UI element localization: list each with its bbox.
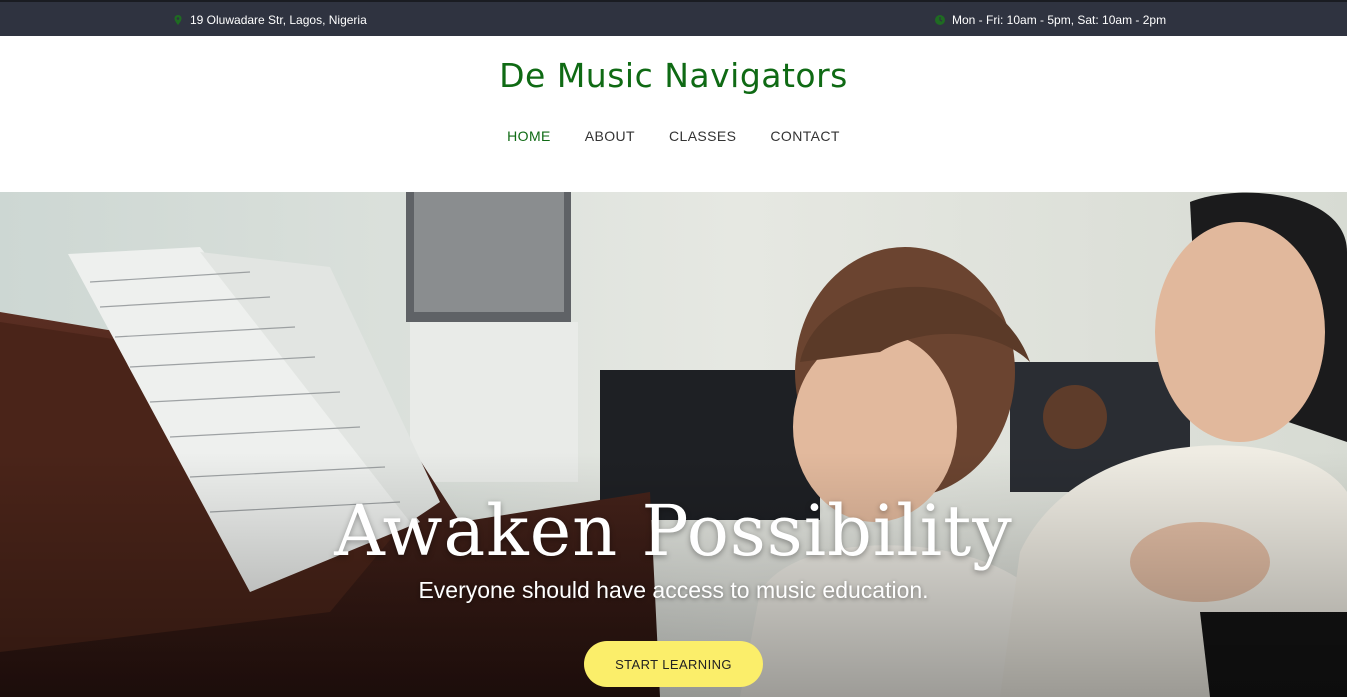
hero-section: Awaken Possibility Everyone should have …: [0, 192, 1347, 697]
hero-subtitle: Everyone should have access to music edu…: [418, 577, 929, 603]
hours-info: Mon - Fri: 10am - 5pm, Sat: 10am - 2pm: [934, 13, 1166, 27]
nav-item-about[interactable]: ABOUT: [568, 128, 652, 144]
nav-item-home[interactable]: HOME: [490, 128, 568, 144]
nav-item-classes[interactable]: CLASSES: [652, 128, 753, 144]
hours-text: Mon - Fri: 10am - 5pm, Sat: 10am - 2pm: [952, 13, 1167, 27]
main-nav: HOME ABOUT CLASSES CONTACT: [0, 128, 1347, 144]
map-pin-icon: [174, 15, 182, 25]
site-header: De Music Navigators HOME ABOUT CLASSES C…: [0, 36, 1347, 192]
hero-background-photo: [0, 192, 1347, 697]
address-text: 19 Oluwadare Str, Lagos, Nigeria: [190, 13, 367, 27]
start-learning-button[interactable]: START LEARNING: [584, 641, 763, 687]
site-logo-text[interactable]: De Music Navigators: [0, 56, 1347, 95]
nav-item-contact[interactable]: CONTACT: [753, 128, 856, 144]
hero-title: Awaken Possibility: [334, 490, 1013, 572]
top-info-bar: 19 Oluwadare Str, Lagos, Nigeria Mon - F…: [0, 0, 1347, 36]
address-info: 19 Oluwadare Str, Lagos, Nigeria: [172, 13, 367, 27]
clock-icon: [935, 15, 945, 25]
